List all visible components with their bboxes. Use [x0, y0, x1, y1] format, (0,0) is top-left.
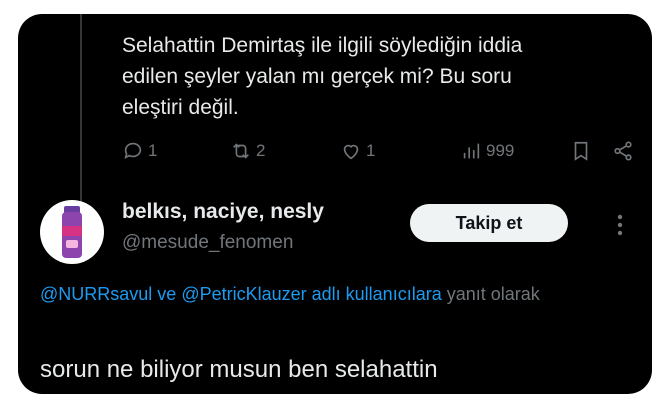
like-count: 1 — [366, 141, 376, 160]
parent-tweet-text: Selahattin Demirtaş ile ilgili söylediği… — [122, 30, 622, 123]
like-button[interactable]: 1 — [340, 138, 375, 164]
thread-connector-line — [80, 14, 82, 204]
reply-context-suffix: yanıt olarak — [441, 284, 540, 304]
mention-link-1[interactable]: @NURRsavul — [40, 284, 152, 304]
bookmark-button[interactable] — [570, 138, 592, 164]
reply-count: 1 — [148, 141, 158, 160]
views-icon — [463, 143, 480, 159]
views-button[interactable]: 999 — [460, 138, 514, 164]
comment-icon — [124, 142, 142, 159]
retweet-icon — [233, 143, 249, 159]
follow-button[interactable]: Takip et — [410, 204, 568, 242]
mention-link-2[interactable]: @PetricKlauzer — [181, 284, 306, 304]
avatar-image — [62, 206, 82, 258]
reply-button[interactable]: 1 — [122, 138, 157, 164]
reply-tweet-text: sorun ne biliyor musun ben selahattin — [40, 356, 438, 383]
retweet-count: 2 — [256, 141, 266, 160]
more-dots-icon — [617, 214, 623, 236]
bookmark-icon — [574, 141, 588, 161]
parent-tweet-line-1: Selahattin Demirtaş ile ilgili söylediği… — [122, 34, 523, 57]
view-count: 999 — [486, 141, 515, 160]
share-button[interactable] — [612, 138, 634, 164]
avatar[interactable] — [40, 200, 104, 264]
heart-icon — [343, 144, 359, 160]
tweet-thread-card: Selahattin Demirtaş ile ilgili söylediği… — [18, 14, 652, 394]
parent-tweet-line-2: edilen şeyler yalan mı gerçek mi? Bu sor… — [122, 65, 512, 88]
reply-context: @NURRsavul ve @PetricKlauzer adlı kullan… — [40, 280, 640, 309]
parent-tweet-line-3: eleştiri değil. — [122, 96, 239, 119]
retweet-button[interactable]: 2 — [230, 138, 265, 164]
mention-connector[interactable]: ve — [152, 284, 181, 304]
display-name[interactable]: belkıs, naciye, nesly — [122, 200, 324, 224]
share-icon — [614, 141, 632, 161]
mention-users-link[interactable]: adlı kullanıcılara — [307, 284, 442, 304]
more-options-button[interactable] — [612, 212, 628, 238]
parent-tweet-action-bar: 1 2 1 999 — [122, 138, 632, 164]
user-handle[interactable]: @mesude_fenomen — [122, 232, 293, 254]
